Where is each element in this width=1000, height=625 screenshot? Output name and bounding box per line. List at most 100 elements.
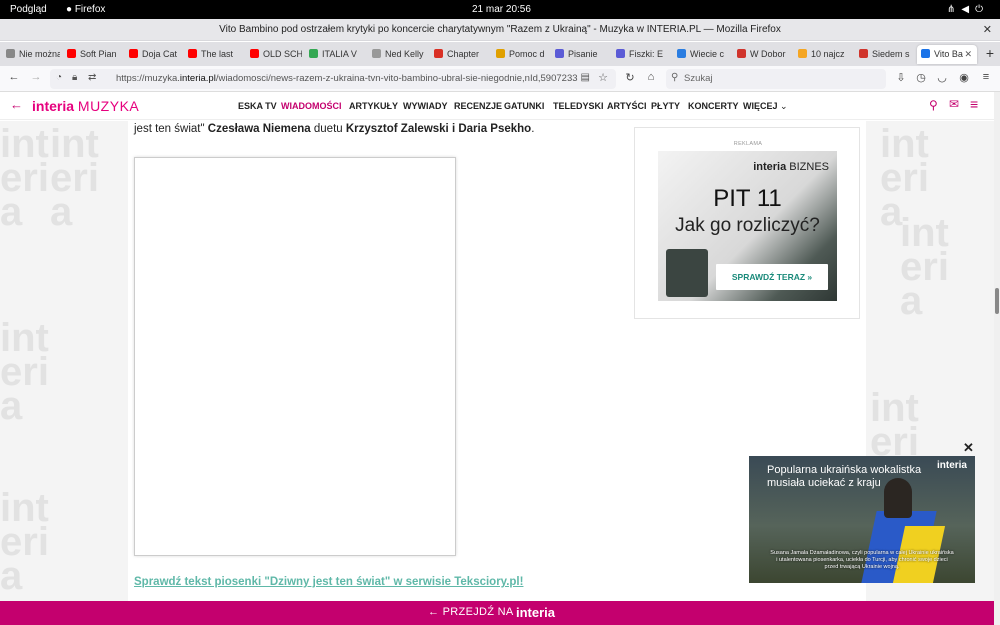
- browser-tab[interactable]: Chapter: [430, 45, 489, 64]
- reader-view-icon[interactable]: ▤: [581, 72, 590, 83]
- ad-label: REKLAMA: [733, 141, 763, 147]
- browser-tab[interactable]: Pisanie: [551, 45, 609, 64]
- window-titlebar: Vito Bambino pod ostrzałem krytyki po ko…: [0, 19, 1000, 41]
- menu-item-label: GATUNKI: [504, 101, 545, 111]
- clock[interactable]: 21 mar 20:56: [472, 4, 531, 15]
- browser-tab[interactable]: Nie można p: [2, 45, 60, 64]
- menu-item[interactable]: ARTYŚCI: [607, 101, 647, 111]
- lock-icon[interactable]: 🔒︎: [72, 72, 77, 83]
- window-close-icon[interactable]: ✕: [983, 19, 992, 41]
- browser-tab[interactable]: Pomoc d: [492, 45, 548, 64]
- shield-icon[interactable]: ◔: [56, 72, 62, 83]
- search-bar[interactable]: ⚲ Szukaj: [666, 69, 886, 89]
- search-icon[interactable]: ⚲: [929, 98, 938, 112]
- video-close-icon[interactable]: ✕: [963, 440, 974, 456]
- tab-label: Fiszki: E: [629, 49, 664, 59]
- page-scrollbar[interactable]: [994, 92, 1000, 625]
- url-text[interactable]: https://muzyka.interia.pl/wiadomosci/new…: [116, 73, 578, 84]
- scrollbar-thumb[interactable]: [995, 288, 999, 314]
- downloads-icon[interactable]: ⇩: [893, 71, 909, 84]
- back-arrow-icon[interactable]: ←: [6, 71, 22, 83]
- pocket-icon[interactable]: ◡: [934, 71, 950, 84]
- calculator-image: [666, 249, 708, 297]
- favicon-icon: [859, 49, 868, 58]
- menu-item[interactable]: RECENZJE: [454, 101, 502, 111]
- menu-item[interactable]: ARTYKUŁY: [349, 101, 398, 111]
- favicon-icon: [129, 49, 138, 58]
- embedded-media-frame[interactable]: [134, 157, 456, 556]
- menu-item-label: WIĘCEJ: [743, 101, 778, 111]
- system-tray[interactable]: ⋔◀⏻: [947, 4, 989, 15]
- video-player-popup[interactable]: Popularna ukraińska wokalistka musiała u…: [749, 456, 975, 583]
- browser-tab[interactable]: W Dobor: [733, 45, 791, 64]
- mail-icon[interactable]: ✉: [949, 97, 959, 111]
- tab-label: OLD SCH: [263, 49, 302, 59]
- tab-label: Vito Ba: [934, 49, 963, 59]
- interia-logo: interia: [516, 605, 556, 620]
- back-arrow-icon[interactable]: ←: [10, 97, 23, 112]
- menu-item[interactable]: TELEDYSKI: [553, 101, 604, 111]
- menu-item-label: WYWIADY: [403, 101, 448, 111]
- menu-item[interactable]: GATUNKI: [504, 101, 544, 111]
- favicon-icon: [555, 49, 564, 58]
- video-title: Popularna ukraińska wokalistka musiała u…: [767, 464, 922, 489]
- menu-item-label: RECENZJE: [454, 101, 503, 111]
- extensions-icon[interactable]: ◉: [956, 71, 972, 84]
- browser-tab[interactable]: Wiecie c: [673, 45, 730, 64]
- history-icon[interactable]: ◷: [913, 71, 929, 84]
- browser-tab[interactable]: Vito Ba ✕: [917, 45, 977, 64]
- menu-item[interactable]: KONCERTY: [688, 101, 739, 111]
- reload-icon[interactable]: ↻: [622, 71, 638, 84]
- url-bar[interactable]: ◔ 🔒︎ ⇄ https://muzyka.interia.pl/wiadomo…: [50, 69, 616, 89]
- browser-tab[interactable]: Ned Kelly: [368, 45, 427, 64]
- favicon-icon: [434, 49, 443, 58]
- site-logo[interactable]: interia MUZYKA: [32, 98, 139, 114]
- menu-icon[interactable]: ≡: [978, 71, 994, 83]
- tab-close-icon[interactable]: ✕: [964, 45, 972, 64]
- home-icon[interactable]: ⌂: [643, 71, 659, 83]
- browser-tab[interactable]: OLD SCH: [246, 45, 302, 64]
- tab-label: Pomoc d: [509, 49, 545, 59]
- go-to-interia-bar[interactable]: ← PRZEJDŹ NA interia: [0, 601, 994, 625]
- hamburger-menu-icon[interactable]: ≡: [970, 96, 978, 112]
- ad-cta-button[interactable]: SPRAWDŹ TERAZ »: [716, 264, 828, 290]
- menu-item[interactable]: WIĘCEJ ⌄: [743, 101, 788, 112]
- favicon-icon: [372, 49, 381, 58]
- browser-tab[interactable]: ITALIA V: [305, 45, 365, 64]
- new-tab-icon[interactable]: +: [986, 45, 994, 61]
- browser-tab[interactable]: Siedem s: [855, 45, 913, 64]
- ad-brand: interia BIZNES: [753, 161, 829, 173]
- activities-button[interactable]: Podgląd: [10, 4, 47, 15]
- tab-label: Doja Cat: [142, 49, 178, 59]
- browser-tab[interactable]: The last: [184, 45, 243, 64]
- favicon-icon: [798, 49, 807, 58]
- watermark-logo: interia: [0, 486, 49, 598]
- menu-item[interactable]: WIADOMOŚCI: [281, 101, 342, 111]
- menu-item[interactable]: PŁYTY: [651, 101, 680, 111]
- permissions-icon[interactable]: ⇄: [88, 72, 96, 83]
- favicon-icon: [737, 49, 746, 58]
- favicon-icon: [616, 49, 625, 58]
- menu-item[interactable]: WYWIADY: [403, 101, 448, 111]
- lyrics-link[interactable]: Sprawdź tekst piosenki "Dziwny jest ten …: [134, 576, 523, 588]
- bookmark-star-icon[interactable]: ☆: [598, 71, 608, 84]
- window-title: Vito Bambino pod ostrzałem krytyki po ko…: [219, 24, 781, 35]
- favicon-icon: [921, 49, 930, 58]
- menu-item-label: TELEDYSKI: [553, 101, 604, 111]
- firefox-app-menu[interactable]: ● Firefox: [66, 4, 105, 15]
- browser-tab[interactable]: Soft Pian: [63, 45, 122, 64]
- navigation-toolbar: ← → ◔ 🔒︎ ⇄ https://muzyka.interia.pl/wia…: [0, 66, 1000, 92]
- favicon-icon: [677, 49, 686, 58]
- tab-label: Chapter: [447, 49, 480, 59]
- menu-item[interactable]: ESKA TV: [238, 101, 277, 111]
- browser-tab[interactable]: Doja Cat: [125, 45, 181, 64]
- forward-arrow-icon[interactable]: →: [28, 71, 44, 83]
- browser-tab[interactable]: Fiszki: E: [612, 45, 670, 64]
- favicon-icon: [67, 49, 76, 58]
- browser-tab[interactable]: 10 najcz: [794, 45, 852, 64]
- firefox-icon: ●: [66, 4, 73, 15]
- advertisement-banner[interactable]: interia BIZNES PIT 11 Jak go rozliczyć? …: [658, 151, 837, 301]
- tab-label: W Dobor: [750, 49, 786, 59]
- menu-item-label: ARTYKUŁY: [349, 101, 398, 111]
- power-icon: ⏻: [975, 4, 990, 15]
